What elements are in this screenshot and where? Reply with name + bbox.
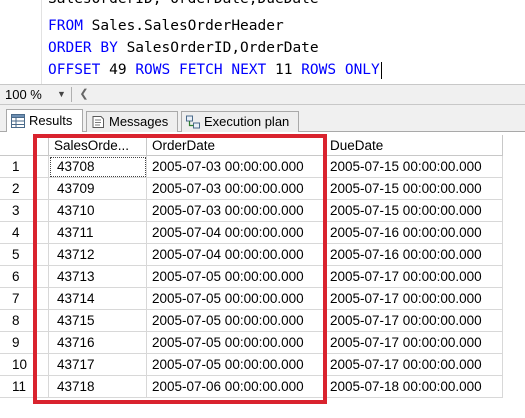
row-number[interactable]: 7 (0, 288, 49, 310)
cell-salesorderid[interactable]: 43713 (49, 266, 147, 288)
table-row[interactable]: 9 43716 2005-07-05 00:00:00.000 2005-07-17 … (0, 332, 503, 354)
tab-messages-label: Messages (109, 114, 169, 129)
sql-text: 11 (266, 62, 302, 78)
cell-duedate[interactable]: 2005-07-15 00:00:00.000 (325, 178, 503, 200)
tab-results-label: Results (29, 113, 73, 128)
cell-orderdate[interactable]: 2005-07-03 00:00:00.000 (147, 156, 325, 178)
code-line[interactable]: ORDER BY SalesOrderID,OrderDate (48, 37, 319, 59)
table-row[interactable]: 10 43717 2005-07-05 00:00:00.000 2005-07-17… (0, 354, 503, 376)
row-number[interactable]: 5 (0, 244, 49, 266)
cell-orderdate[interactable]: 2005-07-05 00:00:00.000 (147, 266, 325, 288)
cell-orderdate[interactable]: 2005-07-03 00:00:00.000 (147, 178, 325, 200)
row-number[interactable]: 6 (0, 266, 49, 288)
text-caret (380, 61, 382, 79)
table-row[interactable]: 11 43718 2005-07-06 00:00:00.000 2005-07-18… (0, 376, 503, 398)
row-number-header[interactable] (0, 135, 49, 156)
cell-duedate[interactable]: 2005-07-17 00:00:00.000 (325, 332, 503, 354)
cell-duedate[interactable]: 2005-07-18 00:00:00.000 (325, 376, 503, 398)
execution-plan-icon (186, 115, 200, 129)
table-row[interactable]: 6 43713 2005-07-05 00:00:00.000 2005-07-17 … (0, 266, 503, 288)
table-row[interactable]: 5 43712 2005-07-04 00:00:00.000 2005-07-16 … (0, 244, 503, 266)
row-number[interactable]: 8 (0, 310, 49, 332)
cell-orderdate[interactable]: 2005-07-03 00:00:00.000 (147, 200, 325, 222)
table-row[interactable]: 4 43711 2005-07-04 00:00:00.000 2005-07-16 … (0, 222, 503, 244)
column-header-orderdate[interactable]: OrderDate (147, 135, 325, 156)
cell-salesorderid[interactable]: 43711 (49, 222, 147, 244)
cell-orderdate[interactable]: 2005-07-04 00:00:00.000 (147, 222, 325, 244)
grid-icon (11, 114, 25, 128)
tab-messages[interactable]: Messages (86, 111, 178, 132)
cell-orderdate[interactable]: 2005-07-05 00:00:00.000 (147, 354, 325, 376)
cell-salesorderid[interactable]: 43708 (49, 156, 147, 178)
sql-keyword: ORDER BY (48, 40, 118, 56)
cell-salesorderid[interactable]: 43709 (49, 178, 147, 200)
column-header-salesorderid[interactable]: SalesOrde... (49, 135, 147, 156)
row-number[interactable]: 1 (0, 156, 49, 178)
tab-execution-plan[interactable]: Execution plan (181, 111, 299, 132)
table-row[interactable]: 3 43710 2005-07-03 00:00:00.000 2005-07-15 … (0, 200, 503, 222)
cell-duedate[interactable]: 2005-07-17 00:00:00.000 (325, 354, 503, 376)
chevron-left-icon[interactable]: ❮ (78, 86, 90, 103)
tab-execution-plan-label: Execution plan (204, 114, 290, 129)
code-line[interactable]: OFFSET 49 ROWS FETCH NEXT 11 ROWS ONLY (48, 59, 382, 81)
sql-text: SalesOrderID,OrderDate (117, 40, 319, 56)
cell-duedate[interactable]: 2005-07-16 00:00:00.000 (325, 244, 503, 266)
row-number[interactable]: 3 (0, 200, 49, 222)
cell-orderdate[interactable]: 2005-07-05 00:00:00.000 (147, 332, 325, 354)
sql-text: Sales.SalesOrderHeader (82, 18, 284, 34)
row-number[interactable]: 2 (0, 178, 49, 200)
cell-salesorderid[interactable]: 43718 (49, 376, 147, 398)
chevron-down-icon[interactable]: ▼ (56, 87, 67, 102)
table-row[interactable]: 8 43715 2005-07-05 00:00:00.000 2005-07-17 … (0, 310, 503, 332)
code-line[interactable]: FROM Sales.SalesOrderHeader (48, 15, 284, 37)
sql-keyword: OFFSET (48, 62, 101, 78)
cell-duedate[interactable]: 2005-07-15 00:00:00.000 (325, 200, 503, 222)
editor-gutter-line (41, 0, 42, 84)
table-row[interactable]: 1 43708 2005-07-03 00:00:00.000 2005-07-15 … (0, 156, 503, 178)
cell-salesorderid[interactable]: 43717 (49, 354, 147, 376)
sql-text: 49 (100, 62, 136, 78)
cell-salesorderid[interactable]: 43712 (49, 244, 147, 266)
cell-salesorderid[interactable]: 43714 (49, 288, 147, 310)
table-row[interactable]: 7 43714 2005-07-05 00:00:00.000 2005-07-17 … (0, 288, 503, 310)
cell-duedate[interactable]: 2005-07-16 00:00:00.000 (325, 222, 503, 244)
table-row[interactable]: 2 43709 2005-07-03 00:00:00.000 2005-07-15 … (0, 178, 503, 200)
cell-duedate[interactable]: 2005-07-17 00:00:00.000 (325, 288, 503, 310)
row-number[interactable]: 9 (0, 332, 49, 354)
cell-salesorderid[interactable]: 43710 (49, 200, 147, 222)
sql-keyword: ROWS FETCH NEXT (135, 62, 267, 78)
cell-duedate[interactable]: 2005-07-15 00:00:00.000 (325, 156, 503, 178)
zoom-separator (71, 87, 72, 102)
cell-orderdate[interactable]: 2005-07-05 00:00:00.000 (147, 310, 325, 332)
row-number[interactable]: 11 (0, 376, 49, 398)
cell-orderdate[interactable]: 2005-07-06 00:00:00.000 (147, 376, 325, 398)
sql-keyword: FROM (48, 18, 83, 34)
zoom-level[interactable]: 100 % (5, 86, 42, 103)
results-grid[interactable]: SalesOrde... OrderDate DueDate 1 43708 200… (0, 132, 525, 418)
column-header-duedate[interactable]: DueDate (325, 135, 503, 156)
row-number[interactable]: 4 (0, 222, 49, 244)
zoom-bar: 100 % ▼ ❮ (0, 84, 525, 105)
results-tabstrip: Results Messages Execution plan (0, 105, 525, 132)
cell-duedate[interactable]: 2005-07-17 00:00:00.000 (325, 310, 503, 332)
cell-orderdate[interactable]: 2005-07-05 00:00:00.000 (147, 288, 325, 310)
cell-salesorderid[interactable]: 43716 (49, 332, 147, 354)
cell-duedate[interactable]: 2005-07-17 00:00:00.000 (325, 266, 503, 288)
cell-salesorderid[interactable]: 43715 (49, 310, 147, 332)
code-line[interactable]: SalesOrderID, OrderDate,DueDate (48, 0, 319, 10)
row-number[interactable]: 10 (0, 354, 49, 376)
messages-icon (92, 116, 104, 128)
sql-keyword: ROWS ONLY (301, 62, 380, 78)
tab-results[interactable]: Results (6, 109, 83, 132)
query-editor[interactable]: SalesOrderID, OrderDate,DueDate FROM Sale… (0, 0, 525, 84)
cell-orderdate[interactable]: 2005-07-04 00:00:00.000 (147, 244, 325, 266)
sql-text: SalesOrderID, OrderDate,DueDate (48, 0, 319, 7)
